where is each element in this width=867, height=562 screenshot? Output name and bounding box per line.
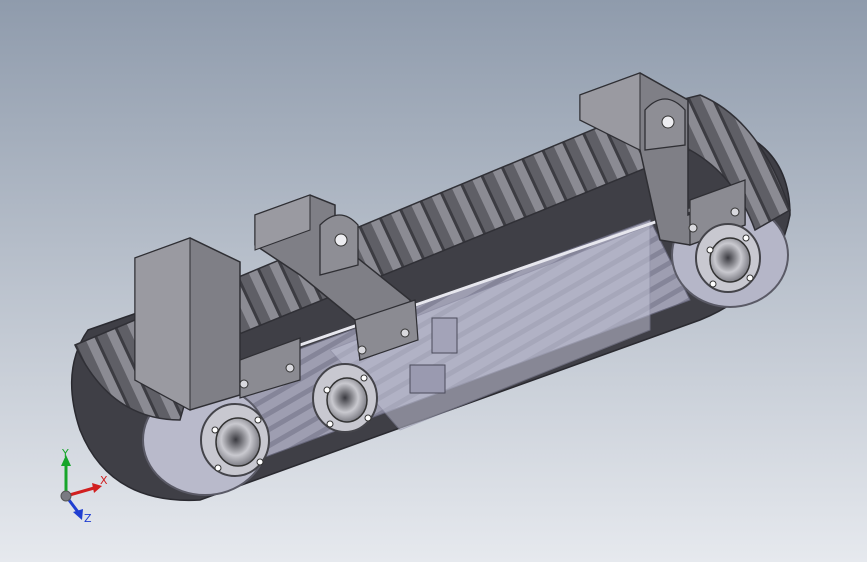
triad-z-arrow [73,509,83,520]
wheel-hub-rear [695,223,761,293]
triad-y-label: Y [61,447,69,460]
triad-origin [60,490,72,502]
triad-z-label: Z [84,512,92,525]
triad-x-label: X [100,474,108,487]
coordinate-triad: Y X Z [60,447,108,525]
track-assembly-model[interactable] [0,0,867,562]
wheel-hub-middle [312,363,378,433]
graphics-viewport[interactable]: Y X Z [0,0,867,562]
wheel-hub-front [200,403,270,477]
mount-block-2 [431,317,458,354]
mount-block [409,364,446,394]
